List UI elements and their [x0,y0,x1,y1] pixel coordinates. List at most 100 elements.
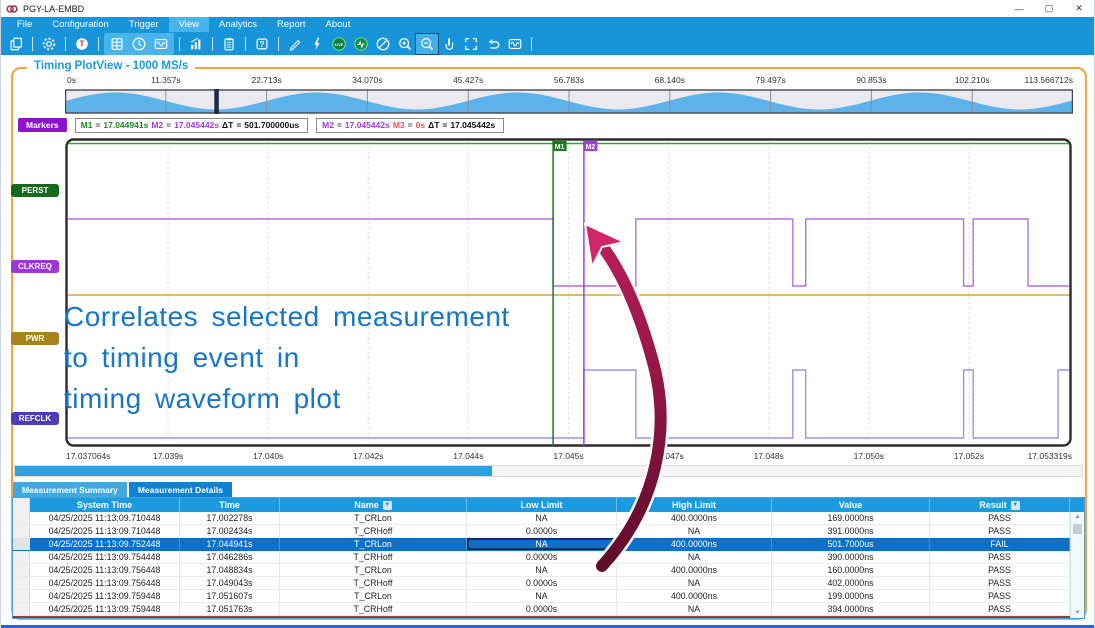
menu-report[interactable]: Report [267,17,316,32]
table-cell[interactable]: 17.049043s [180,577,280,589]
menu-analytics[interactable]: Analytics [209,17,267,32]
report-icon[interactable] [218,34,240,54]
table-cell[interactable]: 400.0000ns [617,564,772,576]
table-cell[interactable]: 501.7000us [772,538,930,550]
table-cell[interactable]: 0.0000s [467,525,617,537]
column-header-value[interactable]: Value [772,498,930,512]
table-cell[interactable]: 400.0000ns [617,590,772,602]
signal-label-clkreq[interactable]: CLKREQ [11,260,59,273]
table-cell[interactable]: PASS [930,525,1070,537]
vertical-scrollbar-thumb[interactable] [1073,524,1082,534]
table-cell[interactable]: 04/25/2025 11:13:09.752448 [30,538,180,550]
table-cell[interactable]: 0.0000s [467,551,617,563]
table-cell[interactable]: 04/25/2025 11:13:09.756448 [30,577,180,589]
compass-disabled-icon[interactable] [372,34,394,54]
zoom-in-icon[interactable] [394,34,416,54]
table-row[interactable]: 04/25/2025 11:13:09.75244817.044941sT_CR… [13,538,1084,551]
table-cell[interactable]: 400.0000ns [617,512,772,524]
table-cell[interactable]: T_CRLon [280,512,467,524]
undo-icon[interactable] [482,34,504,54]
menu-configuration[interactable]: Configuration [42,17,119,32]
table-row[interactable]: 04/25/2025 11:13:09.71044817.002278sT_CR… [13,512,1084,525]
table-row[interactable]: 04/25/2025 11:13:09.75644817.048834sT_CR… [13,564,1084,577]
overview-cursor-handle[interactable] [214,89,219,114]
table-cell[interactable]: 0.0000s [467,603,617,615]
table-cell[interactable]: 04/25/2025 11:13:09.759448 [30,590,180,602]
table-cell[interactable]: 400.0000ns [617,538,772,550]
menu-trigger[interactable]: Trigger [119,17,169,32]
annotate-pencil-icon[interactable] [284,34,306,54]
table-cell[interactable]: NA [617,525,772,537]
menu-about[interactable]: About [316,17,361,32]
table-cell[interactable]: NA [617,603,772,615]
scroll-down-icon[interactable]: ▼ [1071,608,1084,618]
row-selector-gutter[interactable] [13,525,30,537]
copy-pages-icon[interactable] [5,34,27,54]
state-view-icon[interactable] [128,34,150,54]
row-selector-gutter[interactable] [13,590,30,602]
table-cell[interactable]: 17.048834s [180,564,280,576]
timing-plot-view-icon[interactable] [150,34,172,54]
table-row[interactable]: 04/25/2025 11:13:09.71044817.002434sT_CR… [13,525,1084,538]
analytics-icon[interactable] [185,34,207,54]
table-row[interactable]: 04/25/2025 11:13:09.75944817.051763sT_CR… [13,603,1084,616]
table-cell[interactable]: 17.044941s [180,538,280,550]
menu-file[interactable]: File [7,17,42,32]
overview-navigator[interactable] [65,89,1073,114]
column-header-low-limit[interactable]: Low Limit [467,498,617,512]
signal-label-pwr[interactable]: PWR [11,332,59,345]
table-cell[interactable]: NA [467,564,617,576]
minimize-button[interactable]: — [1004,0,1034,17]
instant-measure-icon[interactable] [306,34,328,54]
protocol-view-icon[interactable] [106,34,128,54]
row-selector-gutter[interactable] [13,538,30,550]
zoom-out-icon[interactable] [416,34,438,54]
table-cell[interactable]: 169.0000ns [772,512,930,524]
trigger-icon[interactable]: T [71,34,93,54]
horizontal-scrollbar-thumb[interactable] [15,466,492,476]
column-header-high-limit[interactable]: High Limit [617,498,772,512]
continuous-acquire-icon[interactable] [350,34,372,54]
table-cell[interactable]: 391.0000ns [772,525,930,537]
table-cell[interactable]: 0.0000s [467,577,617,589]
tab-measurement-details[interactable]: Measurement Details [129,482,232,497]
table-cell[interactable]: 04/25/2025 11:13:09.759448 [30,603,180,615]
column-header-result[interactable]: Result▼ [930,498,1070,512]
table-cell[interactable]: NA [617,551,772,563]
table-row[interactable]: 04/25/2025 11:13:09.75944817.051607sT_CR… [13,590,1084,603]
table-cell[interactable]: 17.002434s [180,525,280,537]
table-cell[interactable]: T_CRLon [280,564,467,576]
column-header-time[interactable]: Time [180,498,280,512]
pan-hand-icon[interactable] [438,34,460,54]
signal-label-refclk[interactable]: REFCLK [11,412,59,425]
close-button[interactable]: ✕ [1064,0,1094,17]
row-selector-gutter[interactable] [13,564,30,576]
row-selector-gutter[interactable] [13,551,30,563]
table-cell[interactable]: 394.0000ns [772,603,930,615]
table-cell[interactable]: T_CRHoff [280,577,467,589]
table-row[interactable]: 04/25/2025 11:13:09.75444817.046286sT_CR… [13,551,1084,564]
signal-label-perst[interactable]: PERST [11,184,59,197]
table-cell[interactable]: PASS [930,512,1070,524]
table-cell[interactable]: NA [467,590,617,602]
table-cell[interactable]: T_CRHoff [280,551,467,563]
table-cell[interactable]: PASS [930,590,1070,602]
tab-measurement-summary[interactable]: Measurement Summary [13,482,127,497]
table-cell[interactable]: 04/25/2025 11:13:09.754448 [30,551,180,563]
table-cell[interactable]: 402.0000ns [772,577,930,589]
table-cell[interactable]: NA [617,577,772,589]
column-header-system-time[interactable]: System Time [30,498,180,512]
fit-screen-icon[interactable] [460,34,482,54]
horizontal-scrollbar[interactable] [14,465,1083,477]
table-cell[interactable]: 390.0000ns [772,551,930,563]
filter-icon[interactable]: ▼ [383,501,392,510]
table-cell[interactable]: NA [467,538,617,550]
row-selector-gutter[interactable] [13,512,30,524]
table-cell[interactable]: 04/25/2025 11:13:09.756448 [30,564,180,576]
table-cell[interactable]: 17.051607s [180,590,280,602]
row-selector-gutter[interactable] [13,603,30,615]
table-row[interactable]: 04/25/2025 11:13:09.75644817.049043sT_CR… [13,577,1084,590]
table-cell[interactable]: 17.046286s [180,551,280,563]
table-cell[interactable]: T_CRHoff [280,603,467,615]
help-icon[interactable]: ? [251,34,273,54]
